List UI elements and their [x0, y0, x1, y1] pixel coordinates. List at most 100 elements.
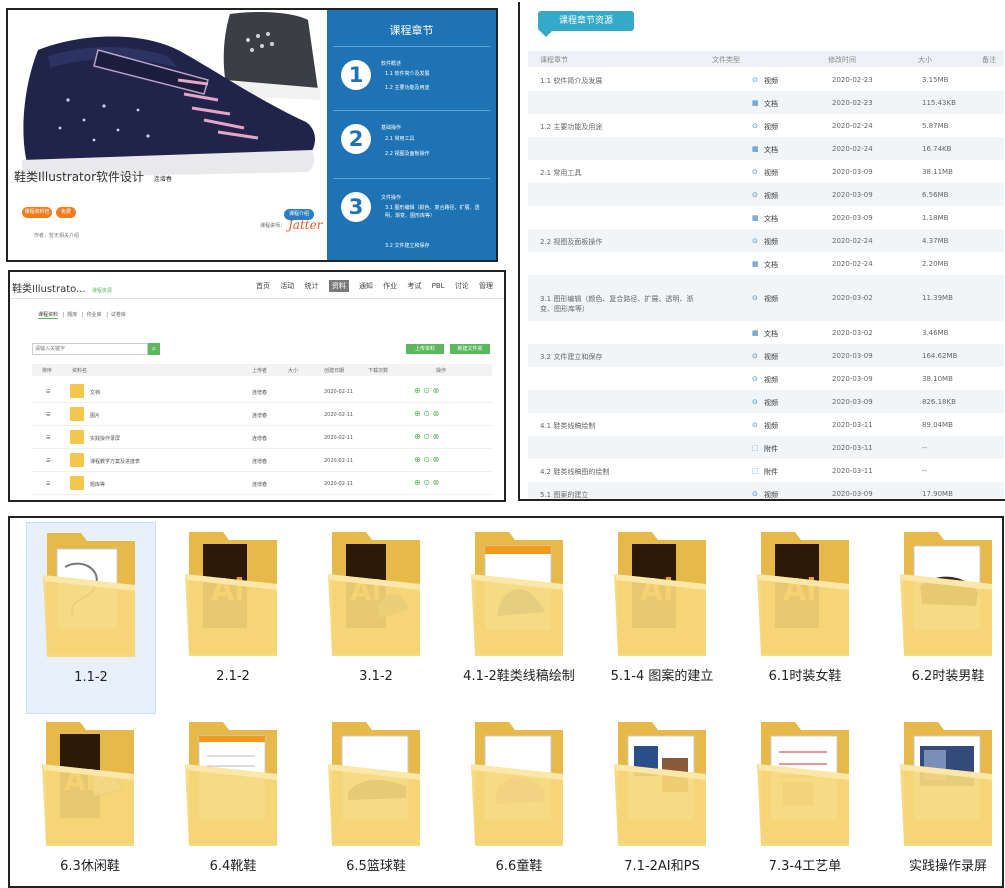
- col-size[interactable]: 大小: [288, 367, 298, 374]
- col-owner[interactable]: 上传者: [252, 367, 267, 374]
- chapter-sub-3-1[interactable]: 3.1 图形编辑（颜色、复合路径、扩展、透明、渐变、图形库等）: [385, 204, 485, 220]
- material-name[interactable]: 图片: [90, 412, 100, 419]
- table-row[interactable]: 5.1 图案的建立 ⊙ 视频 2020-03-09 17.90MB: [528, 482, 1004, 499]
- chapter-sub-2-1[interactable]: 2.1 常用工具: [385, 135, 485, 143]
- folder-item[interactable]: 6.2时装男鞋: [884, 522, 1002, 712]
- row-action-icons[interactable]: ⊕ ⊙ ⊗: [414, 478, 439, 487]
- chapter-name[interactable]: 1.2 主要功能及用途: [540, 122, 705, 132]
- chapter-name[interactable]: 4.1 鞋类线稿绘制: [540, 421, 705, 431]
- col-name[interactable]: 资料名: [72, 367, 87, 374]
- chapter-name[interactable]: 4.2 鞋类线稿图的绘制: [540, 467, 705, 477]
- nav-stats[interactable]: 统计: [304, 282, 318, 290]
- subtab-homework-bank[interactable]: 作业库: [87, 312, 102, 318]
- table-row[interactable]: ⬚ 附件 2020-03-11 --: [528, 436, 1004, 459]
- nav-notice[interactable]: 通知: [359, 282, 373, 290]
- new-folder-button[interactable]: 新建文件夹: [450, 344, 490, 354]
- row-checkbox[interactable]: ☰: [46, 481, 50, 487]
- chapter-sub-2-2[interactable]: 2.2 视图及面板操作: [385, 150, 485, 158]
- file-type[interactable]: 视频: [764, 168, 778, 178]
- folder-item[interactable]: 7.3-4工艺单: [741, 712, 869, 886]
- file-type[interactable]: 文档: [764, 145, 778, 155]
- row-checkbox[interactable]: ☰: [46, 412, 50, 418]
- free-tag[interactable]: 免费: [56, 207, 76, 218]
- file-type[interactable]: 附件: [764, 467, 778, 477]
- col-sort[interactable]: 排序: [42, 367, 52, 374]
- table-row[interactable]: ☰ 课程教学方案及进度表 连增春 2020-02-11 ⊕ ⊙ ⊗: [32, 451, 492, 472]
- table-row[interactable]: ⊙ 视频 2020-03-09 6.56MB: [528, 183, 1004, 206]
- resources-tab[interactable]: 课程章节资源: [538, 11, 634, 31]
- subtab-question-bank[interactable]: 题库: [67, 312, 77, 318]
- table-row[interactable]: ☰ 文档 连增春 2020-02-11 ⊕ ⊙ ⊗: [32, 382, 492, 403]
- col-downloads[interactable]: 下载次数: [368, 367, 388, 374]
- chapter-name[interactable]: 3.2 文件建立和保存: [540, 352, 705, 362]
- app-title[interactable]: 鞋类Illustrato...: [12, 284, 86, 295]
- material-name[interactable]: 课程教学方案及进度表: [90, 458, 140, 465]
- row-checkbox[interactable]: ☰: [46, 435, 50, 441]
- table-row[interactable]: ⊙ 视频 2020-03-09 38.10MB: [528, 367, 1004, 390]
- material-name[interactable]: 实践操作录屏: [90, 435, 120, 442]
- folder-item[interactable]: Ai 2.1-2: [169, 522, 297, 712]
- chapter-name[interactable]: 2.1 常用工具: [540, 168, 705, 178]
- folder-item[interactable]: 4.1-2鞋类线稿绘制: [455, 522, 583, 712]
- nav-materials[interactable]: 资料: [328, 280, 349, 292]
- table-row[interactable]: ▦ 文档 2020-02-24 16.74KB: [528, 137, 1004, 160]
- table-row[interactable]: 3.2 文件建立和保存 ⊙ 视频 2020-03-09 164.62MB: [528, 344, 1004, 367]
- table-row[interactable]: ▦ 文档 2020-02-23 115.43KB: [528, 91, 1004, 114]
- chapter-name[interactable]: 5.1 图案的建立: [540, 490, 705, 499]
- row-action-icons[interactable]: ⊕ ⊙ ⊗: [414, 455, 439, 464]
- file-type[interactable]: 视频: [764, 398, 778, 408]
- col-date[interactable]: 创建日期: [324, 367, 344, 374]
- folder-item[interactable]: 实践操作录屏: [884, 712, 1002, 886]
- file-type[interactable]: 附件: [764, 444, 778, 454]
- file-type[interactable]: 视频: [764, 375, 778, 385]
- chapter-name-1[interactable]: 软件概述: [381, 60, 401, 67]
- search-input[interactable]: [32, 343, 148, 355]
- folder-item[interactable]: 1.1-2: [26, 522, 156, 714]
- folder-item[interactable]: 6.5篮球鞋: [312, 712, 440, 886]
- table-row[interactable]: 4.2 鞋类线稿图的绘制 ⬚ 附件 2020-03-11 --: [528, 459, 1004, 482]
- resource-pack-tag[interactable]: 课程资料包: [22, 207, 52, 218]
- chapter-name-2[interactable]: 基础操作: [381, 124, 401, 131]
- file-type[interactable]: 视频: [764, 191, 778, 201]
- chapter-name-3[interactable]: 文件操作: [381, 194, 401, 201]
- chapter-sub-3-2[interactable]: 3.2 文件建立和保存: [385, 242, 485, 250]
- folder-item[interactable]: Ai 3.1-2: [312, 522, 440, 712]
- table-row[interactable]: 1.1 软件简介及发展 ⊙ 视频 2020-02-23 3.15MB: [528, 68, 1004, 91]
- table-row[interactable]: ⊙ 视频 2020-03-09 826.18KB: [528, 390, 1004, 413]
- table-row[interactable]: ▦ 文档 2020-03-09 1.18MB: [528, 206, 1004, 229]
- row-checkbox[interactable]: ☰: [46, 458, 50, 464]
- table-row[interactable]: ☰ 题库等 连增春 2020-02-11 ⊕ ⊙ ⊗: [32, 474, 492, 495]
- table-row[interactable]: 4.1 鞋类线稿绘制 ⊙ 视频 2020-03-11 89.04MB: [528, 413, 1004, 436]
- file-type[interactable]: 文档: [764, 214, 778, 224]
- file-type[interactable]: 文档: [764, 99, 778, 109]
- table-row[interactable]: 2.2 视图及面板操作 ⊙ 视频 2020-02-24 4.37MB: [528, 229, 1004, 252]
- search-icon[interactable]: ⌕: [148, 343, 160, 355]
- table-row[interactable]: 2.1 常用工具 ⊙ 视频 2020-03-09 38.11MB: [528, 160, 1004, 183]
- chapter-name[interactable]: 3.1 图形编辑（颜色、复合路径、扩展、透明、渐变、图形库等）: [540, 294, 705, 314]
- file-type[interactable]: 文档: [764, 260, 778, 270]
- folder-item[interactable]: Ai 6.3休闲鞋: [26, 712, 154, 886]
- folder-item[interactable]: Ai 5.1-4 图案的建立: [598, 522, 726, 712]
- table-row[interactable]: ▦ 文档 2020-02-24 2.20MB: [528, 252, 1004, 275]
- folder-item[interactable]: 6.6童鞋: [455, 712, 583, 886]
- file-type[interactable]: 视频: [764, 237, 778, 247]
- file-type[interactable]: 视频: [764, 352, 778, 362]
- row-action-icons[interactable]: ⊕ ⊙ ⊗: [414, 409, 439, 418]
- subtab-materials[interactable]: 课程资料: [38, 312, 59, 319]
- chapter-sub-1-2[interactable]: 1.2 主要功能及用途: [385, 84, 485, 92]
- upload-button[interactable]: 上传资料: [406, 344, 444, 354]
- table-row[interactable]: ☰ 实践操作录屏 连增春 2020-02-11 ⊕ ⊙ ⊗: [32, 428, 492, 449]
- subtab-paper-bank[interactable]: 试卷库: [111, 312, 126, 318]
- file-type[interactable]: 视频: [764, 490, 778, 499]
- file-type[interactable]: 视频: [764, 421, 778, 431]
- file-type[interactable]: 视频: [764, 122, 778, 132]
- chapter-sub-1-1[interactable]: 1.1 软件简介及发展: [385, 70, 485, 78]
- material-name[interactable]: 文档: [90, 389, 100, 396]
- material-name[interactable]: 题库等: [90, 481, 105, 488]
- file-type[interactable]: 视频: [764, 294, 778, 304]
- nav-activity[interactable]: 活动: [280, 282, 294, 290]
- table-row[interactable]: ☰ 图片 连增春 2020-02-11 ⊕ ⊙ ⊗: [32, 405, 492, 426]
- row-action-icons[interactable]: ⊕ ⊙ ⊗: [414, 386, 439, 395]
- table-row[interactable]: 1.2 主要功能及用途 ⊙ 视频 2020-02-24 5.87MB: [528, 114, 1004, 137]
- nav-discussion[interactable]: 讨论: [455, 282, 469, 290]
